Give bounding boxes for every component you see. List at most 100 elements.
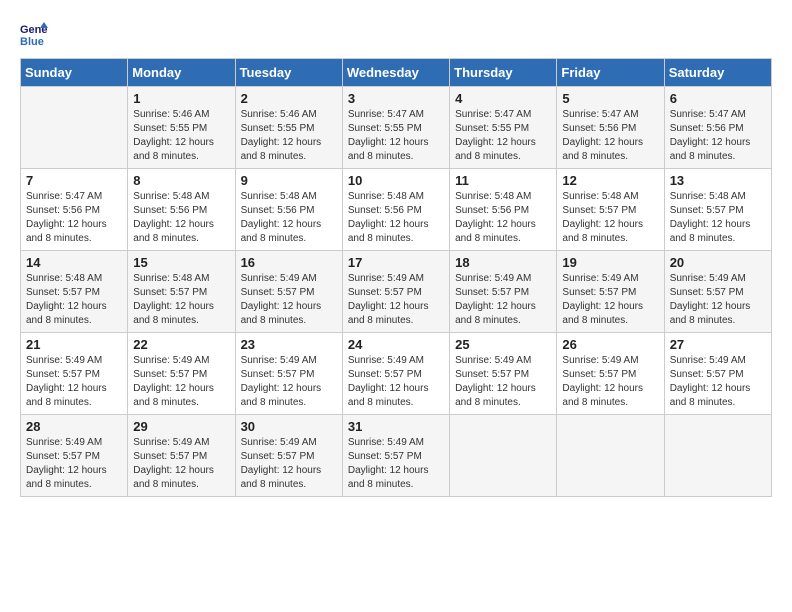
calendar-cell: 12 Sunrise: 5:48 AM Sunset: 5:57 PM Dayli…	[557, 169, 664, 251]
calendar-header-row: SundayMondayTuesdayWednesdayThursdayFrid…	[21, 59, 772, 87]
day-number: 27	[670, 337, 766, 352]
day-info: Sunrise: 5:49 AM Sunset: 5:57 PM Dayligh…	[241, 272, 337, 328]
day-info: Sunrise: 5:48 AM Sunset: 5:56 PM Dayligh…	[241, 190, 337, 246]
calendar-cell: 16 Sunrise: 5:49 AM Sunset: 5:57 PM Dayli…	[235, 251, 342, 333]
day-info: Sunrise: 5:48 AM Sunset: 5:56 PM Dayligh…	[455, 190, 551, 246]
day-number: 9	[241, 173, 337, 188]
calendar-header-monday: Monday	[128, 59, 235, 87]
calendar-cell: 21 Sunrise: 5:49 AM Sunset: 5:57 PM Dayli…	[21, 333, 128, 415]
calendar-cell: 10 Sunrise: 5:48 AM Sunset: 5:56 PM Dayli…	[342, 169, 449, 251]
calendar-cell: 7Sunrise: 5:47 AM Sunset: 5:56 PM Daylig…	[21, 169, 128, 251]
calendar-cell: 5 Sunrise: 5:47 AM Sunset: 5:56 PM Daylig…	[557, 87, 664, 169]
calendar-header-friday: Friday	[557, 59, 664, 87]
calendar-cell: 25 Sunrise: 5:49 AM Sunset: 5:57 PM Dayli…	[450, 333, 557, 415]
day-number: 23	[241, 337, 337, 352]
day-info: Sunrise: 5:49 AM Sunset: 5:57 PM Dayligh…	[348, 354, 444, 410]
day-number: 17	[348, 255, 444, 270]
calendar-table: SundayMondayTuesdayWednesdayThursdayFrid…	[20, 58, 772, 497]
day-number: 16	[241, 255, 337, 270]
logo: General Blue	[20, 20, 52, 48]
day-number: 30	[241, 419, 337, 434]
day-number: 11	[455, 173, 551, 188]
calendar-cell: 17 Sunrise: 5:49 AM Sunset: 5:57 PM Dayli…	[342, 251, 449, 333]
calendar-cell: 28 Sunrise: 5:49 AM Sunset: 5:57 PM Dayli…	[21, 415, 128, 497]
day-number: 31	[348, 419, 444, 434]
calendar-header-saturday: Saturday	[664, 59, 771, 87]
day-info: Sunrise: 5:49 AM Sunset: 5:57 PM Dayligh…	[348, 436, 444, 492]
day-number: 3	[348, 91, 444, 106]
calendar-header-thursday: Thursday	[450, 59, 557, 87]
day-number: 28	[26, 419, 122, 434]
day-number: 18	[455, 255, 551, 270]
day-info: Sunrise: 5:47 AM Sunset: 5:56 PM Dayligh…	[562, 108, 658, 164]
calendar-cell: 13 Sunrise: 5:48 AM Sunset: 5:57 PM Dayli…	[664, 169, 771, 251]
logo-icon: General Blue	[20, 20, 48, 48]
day-number: 12	[562, 173, 658, 188]
day-info: Sunrise: 5:49 AM Sunset: 5:57 PM Dayligh…	[133, 354, 229, 410]
day-info: Sunrise: 5:49 AM Sunset: 5:57 PM Dayligh…	[455, 272, 551, 328]
calendar-cell: 11 Sunrise: 5:48 AM Sunset: 5:56 PM Dayli…	[450, 169, 557, 251]
calendar-body: 1 Sunrise: 5:46 AM Sunset: 5:55 PM Daylig…	[21, 87, 772, 497]
calendar-week-row: 1 Sunrise: 5:46 AM Sunset: 5:55 PM Daylig…	[21, 87, 772, 169]
day-info: Sunrise: 5:46 AM Sunset: 5:55 PM Dayligh…	[241, 108, 337, 164]
day-number: 1	[133, 91, 229, 106]
calendar-cell	[450, 415, 557, 497]
day-info: Sunrise: 5:47 AM Sunset: 5:56 PM Dayligh…	[670, 108, 766, 164]
calendar-cell: 19Sunrise: 5:49 AM Sunset: 5:57 PM Dayli…	[557, 251, 664, 333]
day-number: 26	[562, 337, 658, 352]
day-info: Sunrise: 5:49 AM Sunset: 5:57 PM Dayligh…	[241, 436, 337, 492]
day-number: 20	[670, 255, 766, 270]
calendar-cell: 18 Sunrise: 5:49 AM Sunset: 5:57 PM Dayli…	[450, 251, 557, 333]
calendar-cell: 31 Sunrise: 5:49 AM Sunset: 5:57 PM Dayli…	[342, 415, 449, 497]
day-number: 15	[133, 255, 229, 270]
calendar-week-row: 21 Sunrise: 5:49 AM Sunset: 5:57 PM Dayli…	[21, 333, 772, 415]
day-number: 24	[348, 337, 444, 352]
day-info: Sunrise: 5:48 AM Sunset: 5:57 PM Dayligh…	[133, 272, 229, 328]
day-info: Sunrise: 5:48 AM Sunset: 5:57 PM Dayligh…	[26, 272, 122, 328]
day-number: 25	[455, 337, 551, 352]
day-number: 4	[455, 91, 551, 106]
day-number: 2	[241, 91, 337, 106]
calendar-cell: 15 Sunrise: 5:48 AM Sunset: 5:57 PM Dayli…	[128, 251, 235, 333]
svg-text:Blue: Blue	[20, 36, 44, 48]
calendar-cell	[557, 415, 664, 497]
day-info: Sunrise: 5:49 AM Sunset: 5:57 PM Dayligh…	[133, 436, 229, 492]
day-info: Sunrise: 5:49 AM Sunset: 5:57 PM Dayligh…	[562, 272, 658, 328]
day-info: Sunrise: 5:49 AM Sunset: 5:57 PM Dayligh…	[26, 436, 122, 492]
day-number: 29	[133, 419, 229, 434]
calendar-cell: 30 Sunrise: 5:49 AM Sunset: 5:57 PM Dayli…	[235, 415, 342, 497]
calendar-cell: 24 Sunrise: 5:49 AM Sunset: 5:57 PM Dayli…	[342, 333, 449, 415]
calendar-cell: 27Sunrise: 5:49 AM Sunset: 5:57 PM Dayli…	[664, 333, 771, 415]
day-number: 6	[670, 91, 766, 106]
day-number: 10	[348, 173, 444, 188]
calendar-header-sunday: Sunday	[21, 59, 128, 87]
day-number: 21	[26, 337, 122, 352]
calendar-cell: 20Sunrise: 5:49 AM Sunset: 5:57 PM Dayli…	[664, 251, 771, 333]
day-info: Sunrise: 5:48 AM Sunset: 5:56 PM Dayligh…	[348, 190, 444, 246]
header: General Blue	[20, 20, 772, 48]
day-info: Sunrise: 5:48 AM Sunset: 5:57 PM Dayligh…	[562, 190, 658, 246]
day-info: Sunrise: 5:49 AM Sunset: 5:57 PM Dayligh…	[26, 354, 122, 410]
day-info: Sunrise: 5:49 AM Sunset: 5:57 PM Dayligh…	[562, 354, 658, 410]
day-info: Sunrise: 5:47 AM Sunset: 5:56 PM Dayligh…	[26, 190, 122, 246]
calendar-week-row: 14Sunrise: 5:48 AM Sunset: 5:57 PM Dayli…	[21, 251, 772, 333]
calendar-cell: 9 Sunrise: 5:48 AM Sunset: 5:56 PM Daylig…	[235, 169, 342, 251]
day-info: Sunrise: 5:49 AM Sunset: 5:57 PM Dayligh…	[348, 272, 444, 328]
calendar-cell: 3Sunrise: 5:47 AM Sunset: 5:55 PM Daylig…	[342, 87, 449, 169]
day-info: Sunrise: 5:48 AM Sunset: 5:56 PM Dayligh…	[133, 190, 229, 246]
day-info: Sunrise: 5:48 AM Sunset: 5:57 PM Dayligh…	[670, 190, 766, 246]
calendar-cell: 23Sunrise: 5:49 AM Sunset: 5:57 PM Dayli…	[235, 333, 342, 415]
day-number: 5	[562, 91, 658, 106]
calendar-week-row: 28 Sunrise: 5:49 AM Sunset: 5:57 PM Dayli…	[21, 415, 772, 497]
calendar-cell: 8Sunrise: 5:48 AM Sunset: 5:56 PM Daylig…	[128, 169, 235, 251]
calendar-header-wednesday: Wednesday	[342, 59, 449, 87]
day-info: Sunrise: 5:49 AM Sunset: 5:57 PM Dayligh…	[455, 354, 551, 410]
day-info: Sunrise: 5:46 AM Sunset: 5:55 PM Dayligh…	[133, 108, 229, 164]
day-number: 13	[670, 173, 766, 188]
calendar-cell: 29 Sunrise: 5:49 AM Sunset: 5:57 PM Dayli…	[128, 415, 235, 497]
calendar-cell: 22Sunrise: 5:49 AM Sunset: 5:57 PM Dayli…	[128, 333, 235, 415]
calendar-cell: 6 Sunrise: 5:47 AM Sunset: 5:56 PM Daylig…	[664, 87, 771, 169]
calendar-cell	[664, 415, 771, 497]
calendar-cell: 2 Sunrise: 5:46 AM Sunset: 5:55 PM Daylig…	[235, 87, 342, 169]
calendar-header-tuesday: Tuesday	[235, 59, 342, 87]
